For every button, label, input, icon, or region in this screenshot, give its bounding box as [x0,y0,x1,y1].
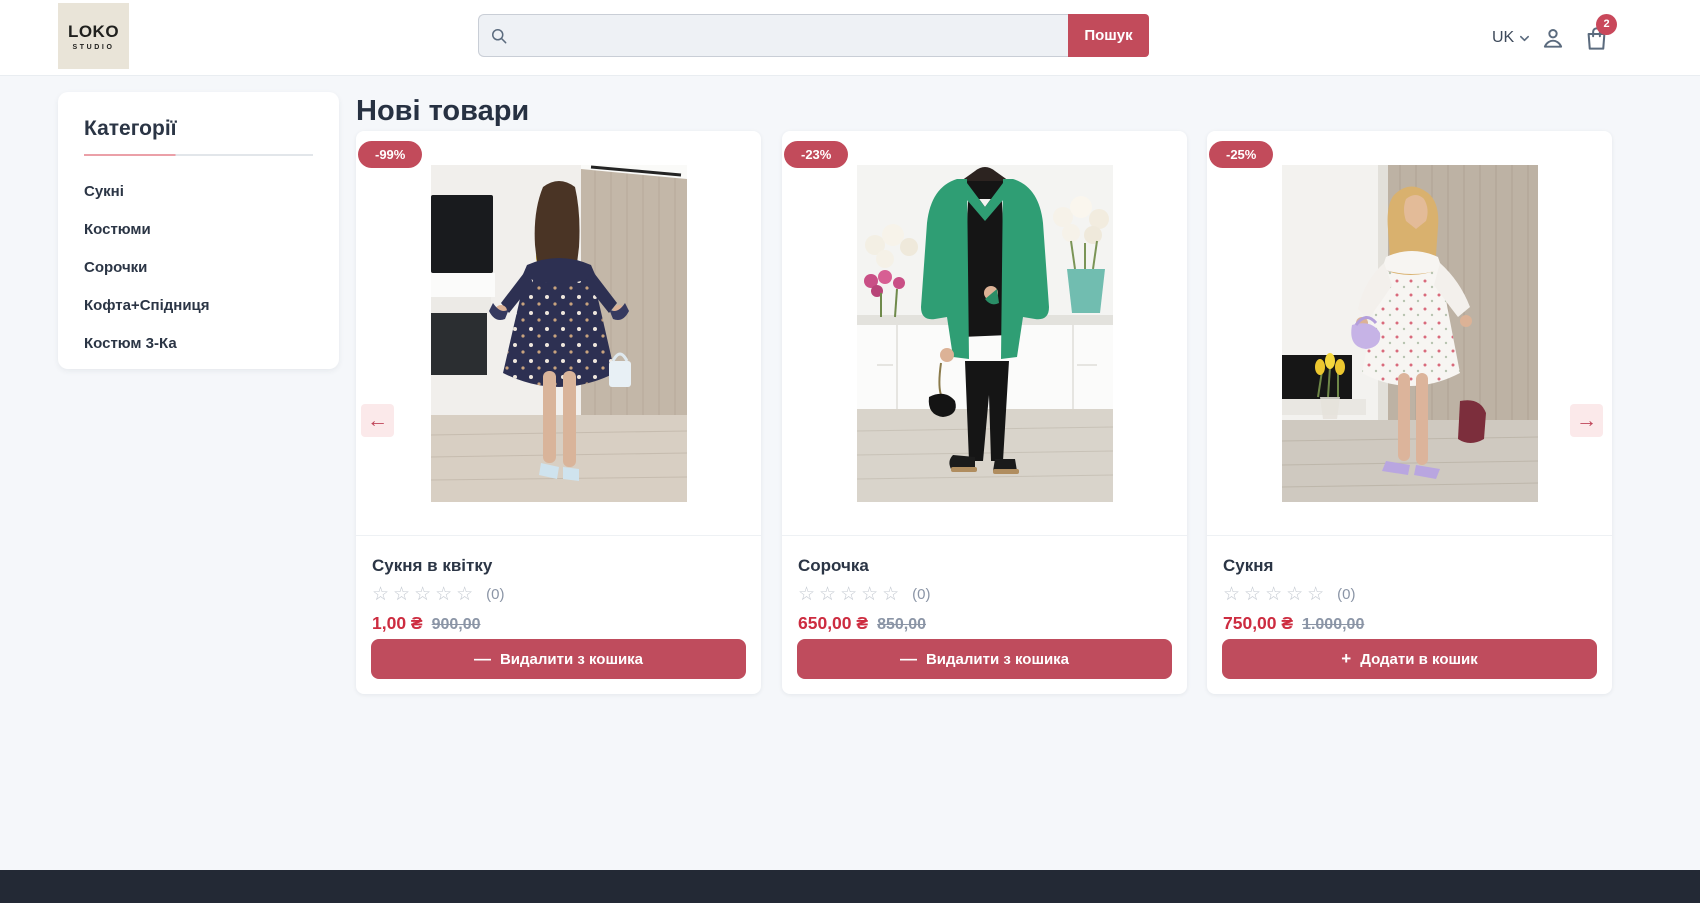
current-price: 650,00 ₴ [798,613,868,634]
old-price: 850,00 [877,616,926,634]
search-box[interactable] [478,14,1068,57]
search-input[interactable] [515,27,1058,44]
rating-count: (0) [486,586,504,603]
discount-badge: -23% [784,141,848,168]
language-selector[interactable]: UK [1492,0,1530,76]
sidebar-item-suits[interactable]: Костюми [84,221,151,238]
product-photo-white-dress [1282,165,1538,502]
logo-subtext: STUDIO [72,44,114,51]
page-title: Нові товари [356,95,529,128]
product-info: Сукня в квітку ☆☆☆☆☆ (0) 1,00 ₴ 900,00 [356,535,761,634]
price-row: 1,00 ₴ 900,00 [372,613,745,634]
plus-icon: + [1341,649,1351,669]
product-name[interactable]: Сорочка [798,556,1171,576]
old-price: 1.000,00 [1302,616,1364,634]
header: LOKO STUDIO Пошук UK 2 [0,0,1700,76]
user-icon [1540,25,1566,51]
current-price: 750,00 ₴ [1223,613,1293,634]
category-item: Кофта+Спідниця [84,297,313,315]
cart-button-label: Додати в кошик [1360,651,1478,668]
current-price: 1,00 ₴ [372,613,423,634]
product-rating: ☆☆☆☆☆ (0) [1223,585,1596,604]
arrow-left-icon: ← [367,409,388,433]
product-name[interactable]: Сукня в квітку [372,556,745,576]
product-image[interactable] [782,131,1187,535]
sidebar-title: Категорії [84,117,313,141]
old-price: 900,00 [432,616,481,634]
search-bar: Пошук [478,14,1149,57]
sidebar-item-dresses[interactable]: Сукні [84,183,124,200]
footer [0,870,1700,903]
product-card: -25% [1207,131,1612,694]
product-rating: ☆☆☆☆☆ (0) [798,585,1171,604]
minus-icon: — [900,649,917,669]
minus-icon: — [474,649,491,669]
product-name[interactable]: Сукня [1223,556,1596,576]
sidebar-item-top-skirt[interactable]: Кофта+Спідниця [84,297,210,314]
chevron-down-icon [1519,33,1530,44]
product-image[interactable] [356,131,761,535]
arrow-right-icon: → [1576,409,1597,433]
price-row: 650,00 ₴ 850,00 [798,613,1171,634]
category-item: Сорочки [84,259,313,277]
carousel-prev-button[interactable]: ← [361,404,394,437]
discount-badge: -25% [1209,141,1273,168]
logo[interactable]: LOKO STUDIO [58,3,129,69]
search-button[interactable]: Пошук [1068,14,1149,57]
star-icons: ☆☆☆☆☆ [1223,585,1328,604]
rating-count: (0) [1337,586,1355,603]
category-list: Сукні Костюми Сорочки Кофта+Спідниця Кос… [84,183,313,353]
cart-button[interactable]: 2 [1583,0,1610,76]
sidebar-divider [84,154,313,156]
product-info: Сукня ☆☆☆☆☆ (0) 750,00 ₴ 1.000,00 [1207,535,1612,634]
star-icons: ☆☆☆☆☆ [798,585,903,604]
search-icon [489,26,509,46]
category-item: Костюм 3-Ка [84,335,313,353]
category-item: Сукні [84,183,313,201]
product-rating: ☆☆☆☆☆ (0) [372,585,745,604]
product-card: -23% [782,131,1187,694]
rating-count: (0) [912,586,930,603]
remove-from-cart-button[interactable]: — Видалити з кошика [371,639,746,679]
language-label: UK [1492,29,1514,47]
sidebar-item-shirts[interactable]: Сорочки [84,259,147,276]
sidebar-item-suit-3pc[interactable]: Костюм 3-Ка [84,335,177,352]
account-button[interactable] [1540,0,1566,76]
product-photo-green-shirt [857,165,1113,502]
cart-bag-icon: 2 [1583,25,1610,52]
add-to-cart-button[interactable]: + Додати в кошик [1222,639,1597,679]
product-info: Сорочка ☆☆☆☆☆ (0) 650,00 ₴ 850,00 [782,535,1187,634]
remove-from-cart-button[interactable]: — Видалити з кошика [797,639,1172,679]
categories-sidebar: Категорії Сукні Костюми Сорочки Кофта+Сп… [58,92,339,369]
logo-text: LOKO [68,22,119,42]
product-image[interactable] [1207,131,1612,535]
star-icons: ☆☆☆☆☆ [372,585,477,604]
category-item: Костюми [84,221,313,239]
price-row: 750,00 ₴ 1.000,00 [1223,613,1596,634]
cart-button-label: Видалити з кошика [926,651,1069,668]
cart-count-badge: 2 [1596,14,1617,35]
product-photo-navy-dress [431,165,687,502]
cart-button-label: Видалити з кошика [500,651,643,668]
product-card: -99% [356,131,761,694]
discount-badge: -99% [358,141,422,168]
carousel-next-button[interactable]: → [1570,404,1603,437]
